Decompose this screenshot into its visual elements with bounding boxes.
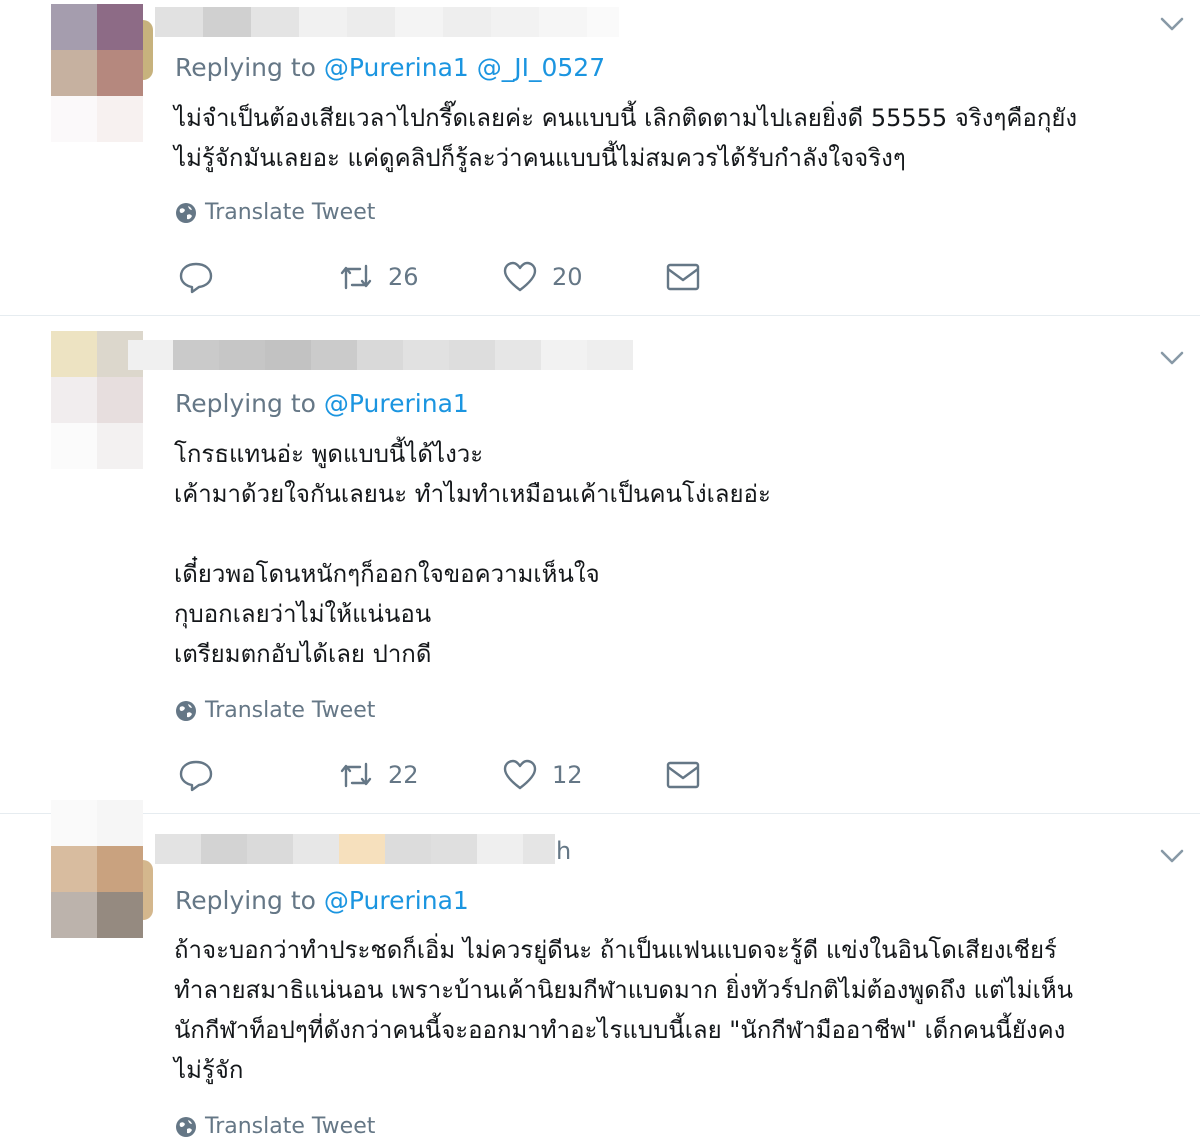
envelope-icon: [666, 263, 700, 291]
chevron-down-icon[interactable]: [1158, 10, 1186, 38]
heart-icon: [503, 261, 537, 292]
replying-to-label: Replying to: [175, 886, 316, 915]
replying-to-label: Replying to: [175, 389, 316, 418]
mention-link[interactable]: @Purerina1: [324, 886, 469, 915]
tweet-1[interactable]: Replying to @Purerina1 @_JI_0527 ไม่จำเป…: [0, 0, 1200, 315]
replying-to-label: Replying to: [175, 53, 316, 82]
heart-icon: [503, 759, 537, 790]
direct-message-button[interactable]: [665, 260, 701, 294]
translate-tweet-link[interactable]: Translate Tweet: [175, 698, 375, 723]
avatar[interactable]: [51, 846, 143, 938]
globe-icon: [176, 1116, 196, 1137]
tweet-text: ไม่จำเป็นต้องเสียเวลาไปกรี๊ดเลยค่ะ คนแบบ…: [174, 104, 1078, 172]
mention-link[interactable]: @Purerina1: [324, 53, 469, 82]
tweet-text: ถ้าจะบอกว่าทำประชดก็เอิ่ม ไม่ควรยู่ดีนะ …: [174, 936, 1074, 1084]
retweet-button[interactable]: 26: [338, 260, 419, 294]
avatar-edge: [143, 20, 153, 80]
retweet-button[interactable]: 22: [338, 758, 419, 792]
reply-button[interactable]: [178, 758, 214, 792]
like-count: 20: [552, 263, 583, 291]
globe-icon: [176, 202, 196, 223]
retweet-count: 22: [388, 761, 419, 789]
avatar-blur-strip: [51, 96, 143, 142]
translate-tweet-label: Translate Tweet: [205, 200, 376, 225]
translate-tweet-label: Translate Tweet: [205, 698, 376, 723]
chevron-down-icon[interactable]: [1158, 344, 1186, 372]
mention-link[interactable]: @_JI_0527: [477, 53, 605, 82]
retweet-icon: [340, 762, 372, 788]
avatar-blur-strip: [51, 800, 143, 846]
like-button[interactable]: 12: [502, 758, 583, 792]
globe-icon: [176, 700, 196, 721]
user-name-blurred[interactable]: [155, 7, 619, 37]
avatar-edge: [143, 860, 153, 920]
reply-button[interactable]: [178, 260, 214, 294]
tweet-text: โกรธแทนอ่ะ พูดแบบนี้ได้ไงวะ เค้ามาด้วยใจ…: [174, 440, 771, 668]
tweet-2[interactable]: Replying to @Purerina1 โกรธแทนอ่ะ พูดแบบ…: [0, 316, 1200, 813]
user-name-suffix: h: [556, 837, 572, 865]
avatar-blur-strip: [51, 423, 143, 469]
replying-to-line: Replying to @Purerina1: [175, 389, 469, 418]
avatar[interactable]: [51, 4, 143, 96]
like-button[interactable]: 20: [502, 260, 583, 294]
reply-icon: [179, 760, 213, 792]
chevron-down-icon[interactable]: [1158, 842, 1186, 870]
direct-message-button[interactable]: [665, 758, 701, 792]
user-name-blurred[interactable]: [155, 834, 555, 864]
retweet-icon: [340, 264, 372, 290]
translate-tweet-link[interactable]: Translate Tweet: [175, 1114, 375, 1139]
envelope-icon: [666, 761, 700, 789]
user-name-blurred[interactable]: [128, 340, 633, 370]
translate-tweet-label: Translate Tweet: [205, 1114, 376, 1139]
tweet-3[interactable]: h Replying to @Purerina1 ถ้าจะบอกว่าทำปร…: [0, 800, 1200, 1145]
like-count: 12: [552, 761, 583, 789]
retweet-count: 26: [388, 263, 419, 291]
mention-link[interactable]: @Purerina1: [324, 389, 469, 418]
reply-icon: [179, 262, 213, 294]
replying-to-line: Replying to @Purerina1 @_JI_0527: [175, 53, 605, 82]
replying-to-line: Replying to @Purerina1: [175, 886, 469, 915]
translate-tweet-link[interactable]: Translate Tweet: [175, 200, 375, 225]
